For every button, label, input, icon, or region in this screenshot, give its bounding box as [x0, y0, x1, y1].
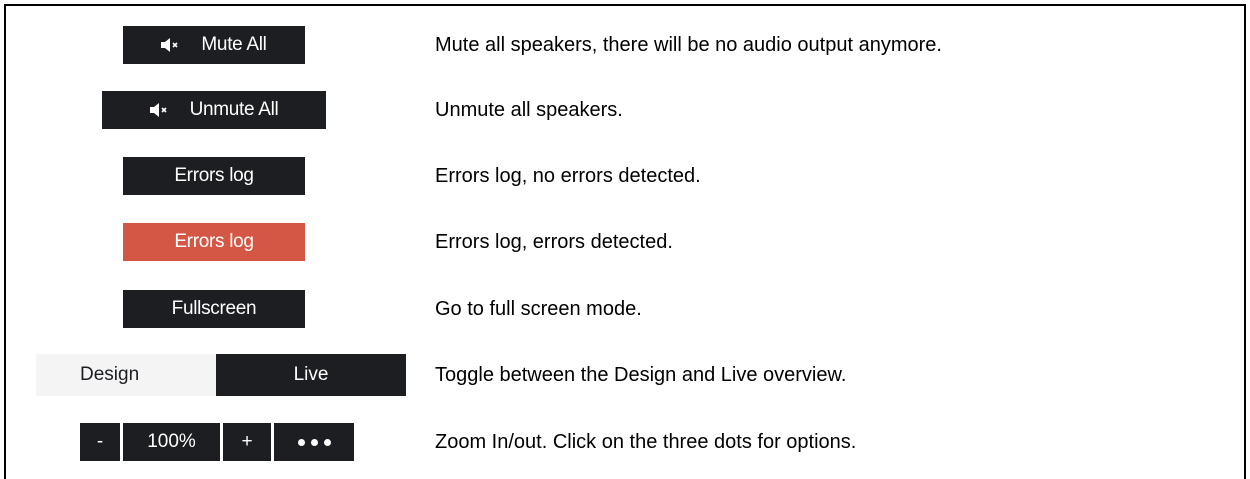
design-option[interactable]: Design — [80, 354, 139, 396]
table-row: Mute All Mute all speakers, there will b… — [0, 22, 1250, 68]
errors-log-alert-button[interactable]: Errors log — [123, 223, 305, 261]
mute-all-label: Mute All — [201, 34, 267, 55]
zoom-level: 100% — [123, 423, 220, 461]
errors-log-alert-description: Errors log, errors detected. — [435, 231, 673, 253]
mute-all-button[interactable]: Mute All — [123, 26, 305, 64]
speaker-mute-icon — [161, 37, 179, 53]
table-row: Design Live Toggle between the Design an… — [0, 352, 1250, 398]
more-dots-icon — [297, 438, 331, 446]
unmute-all-description: Unmute all speakers. — [435, 99, 623, 121]
mute-all-description: Mute all speakers, there will be no audi… — [435, 34, 942, 56]
design-live-toggle: Design Live — [36, 354, 406, 396]
toggle-description: Toggle between the Design and Live overv… — [435, 364, 847, 386]
table-row: Errors log Errors log, no errors detecte… — [0, 153, 1250, 199]
errors-log-label: Errors log — [174, 165, 254, 186]
table-row: - 100% + Zoom In/out. Click on the three… — [0, 419, 1250, 465]
table-row: Fullscreen Go to full screen mode. — [0, 286, 1250, 332]
errors-log-button[interactable]: Errors log — [123, 157, 305, 195]
errors-log-alert-label: Errors log — [174, 231, 254, 252]
unmute-all-label: Unmute All — [189, 99, 279, 120]
table-row: Unmute All Unmute all speakers. — [0, 87, 1250, 133]
zoom-description: Zoom In/out. Click on the three dots for… — [435, 431, 857, 453]
fullscreen-button[interactable]: Fullscreen — [123, 290, 305, 328]
live-option[interactable]: Live — [216, 354, 406, 396]
fullscreen-description: Go to full screen mode. — [435, 298, 642, 320]
zoom-in-label: + — [241, 431, 253, 452]
zoom-out-button[interactable]: - — [80, 423, 120, 461]
errors-log-description: Errors log, no errors detected. — [435, 165, 701, 187]
live-label: Live — [293, 364, 329, 385]
table-row: Errors log Errors log, errors detected. — [0, 219, 1250, 265]
zoom-options-button[interactable] — [274, 423, 354, 461]
zoom-in-button[interactable]: + — [223, 423, 271, 461]
speaker-mute-icon — [149, 102, 168, 118]
zoom-value: 100% — [147, 431, 196, 452]
fullscreen-label: Fullscreen — [171, 298, 257, 319]
unmute-all-button[interactable]: Unmute All — [102, 91, 326, 129]
zoom-out-label: - — [96, 431, 104, 452]
